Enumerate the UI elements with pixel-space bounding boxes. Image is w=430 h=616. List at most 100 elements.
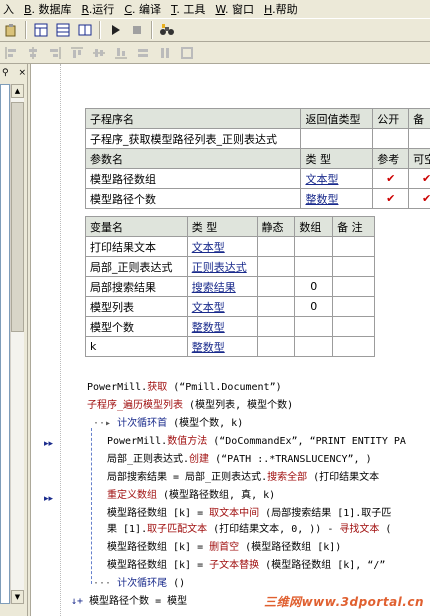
var-name[interactable]: 模型个数 bbox=[85, 316, 188, 337]
param-ref-check[interactable]: ✔ bbox=[372, 188, 410, 209]
format-toolbar bbox=[0, 42, 430, 64]
pin-icon[interactable]: ⚲ bbox=[2, 68, 9, 82]
menu-item-help[interactable]: H.帮助 bbox=[261, 1, 301, 17]
same-width-icon[interactable] bbox=[133, 44, 153, 62]
scroll-thumb[interactable] bbox=[11, 102, 24, 332]
var-array[interactable] bbox=[294, 336, 334, 357]
align-right-icon[interactable] bbox=[45, 44, 65, 62]
code-line[interactable]: 局部搜索结果 = 局部_正则表达式.搜索全部 (打印结果文本 bbox=[107, 470, 379, 486]
var-note[interactable] bbox=[332, 296, 375, 317]
code-line-continuation[interactable]: 果 [1].取子匹配文本 (打印结果文本, 0, )) - 寻找文本 ( bbox=[107, 522, 391, 538]
var-name[interactable]: k bbox=[85, 336, 188, 357]
code-line-loop-end[interactable]: ··· 计次循环尾 () bbox=[93, 576, 185, 592]
menu-item-compile[interactable]: C. 编译 bbox=[121, 1, 164, 17]
var-note[interactable] bbox=[332, 256, 375, 277]
code-line[interactable]: 子程序_遍历模型列表 (模型列表, 模型个数) bbox=[87, 398, 293, 414]
code-line[interactable]: 模型路径数组 [k] = 取文本中间 (局部搜索结果 [1].取子匹 bbox=[107, 506, 391, 522]
align-middle-icon[interactable] bbox=[89, 44, 109, 62]
var-array[interactable]: 0 bbox=[294, 276, 334, 297]
return-type-cell[interactable] bbox=[300, 128, 374, 149]
stop-icon[interactable] bbox=[127, 21, 147, 39]
var-static[interactable] bbox=[256, 276, 296, 297]
variable-row[interactable]: k 整数型 bbox=[85, 336, 375, 357]
var-type[interactable]: 正则表达式 bbox=[186, 256, 258, 277]
layout-split-icon[interactable] bbox=[75, 21, 95, 39]
code-line[interactable]: 模型路径数组 [k] = 子文本替换 (模型路径数组 [k], “/” bbox=[107, 558, 385, 574]
menu-item-database[interactable]: B. 数据库 bbox=[21, 1, 75, 17]
same-height-icon[interactable] bbox=[155, 44, 175, 62]
same-size-icon[interactable] bbox=[177, 44, 197, 62]
var-type[interactable]: 整数型 bbox=[186, 316, 258, 337]
var-note[interactable] bbox=[332, 316, 375, 337]
var-array[interactable] bbox=[294, 256, 334, 277]
variable-row[interactable]: 局部搜索结果 搜索结果 0 bbox=[85, 276, 375, 297]
param-name[interactable]: 模型路径个数 bbox=[84, 188, 302, 209]
var-type[interactable]: 文本型 bbox=[186, 296, 258, 317]
var-array[interactable]: 0 bbox=[294, 296, 334, 317]
layout-grid-icon[interactable] bbox=[31, 21, 51, 39]
var-static[interactable] bbox=[256, 316, 296, 337]
align-left-icon[interactable] bbox=[1, 44, 21, 62]
param-nullable-check[interactable]: ✔ bbox=[408, 168, 430, 189]
var-name[interactable]: 打印结果文本 bbox=[85, 236, 188, 257]
menu-item-run[interactable]: R.运行 bbox=[79, 1, 118, 17]
toolbar-separator bbox=[25, 21, 27, 39]
align-bottom-icon[interactable] bbox=[111, 44, 131, 62]
public-cell[interactable] bbox=[372, 128, 410, 149]
var-name[interactable]: 模型列表 bbox=[85, 296, 188, 317]
param-name[interactable]: 模型路径数组 bbox=[84, 168, 302, 189]
var-array[interactable] bbox=[294, 236, 334, 257]
code-line[interactable]: 重定义数组 (模型路径数组, 真, k) bbox=[107, 488, 275, 504]
subroutine-name[interactable]: 子程序_获取模型路径列表_正则表达式 bbox=[84, 128, 302, 149]
var-note[interactable] bbox=[332, 276, 375, 297]
layout-rows-icon[interactable] bbox=[53, 21, 73, 39]
code-line[interactable]: PowerMill.获取 (“Pmill.Document”) bbox=[87, 380, 282, 396]
var-type[interactable]: 文本型 bbox=[186, 236, 258, 257]
variable-row[interactable]: 打印结果文本 文本型 bbox=[85, 236, 375, 257]
var-static[interactable] bbox=[256, 236, 296, 257]
var-static[interactable] bbox=[256, 336, 296, 357]
project-tree[interactable] bbox=[0, 84, 10, 604]
panel-header: ⚲ × bbox=[0, 68, 28, 82]
var-array[interactable] bbox=[294, 316, 334, 337]
code-line[interactable]: 模型路径数组 [k] = 删首空 (模型路径数组 [k]) bbox=[107, 540, 341, 556]
var-type[interactable]: 搜索结果 bbox=[186, 276, 258, 297]
scroll-up-icon[interactable]: ▲ bbox=[11, 84, 24, 98]
param-nullable-check[interactable]: ✔ bbox=[408, 188, 430, 209]
code-line-loop-start[interactable]: ··▸ 计次循环首 (模型个数, k) bbox=[93, 416, 243, 432]
header-param-type: 类 型 bbox=[300, 148, 374, 169]
param-ref-check[interactable]: ✔ bbox=[372, 168, 410, 189]
code-line[interactable]: 局部_正则表达式.创建 (“PATH :.*TRANSLUCENCY”, ) bbox=[107, 452, 372, 468]
variable-row[interactable]: 模型个数 整数型 bbox=[85, 316, 375, 337]
var-type[interactable]: 整数型 bbox=[186, 336, 258, 357]
note-cell[interactable] bbox=[408, 128, 430, 149]
var-note[interactable] bbox=[332, 236, 375, 257]
close-icon[interactable]: × bbox=[18, 68, 26, 82]
menu-item-insert[interactable]: 入 bbox=[0, 1, 17, 17]
var-static[interactable] bbox=[256, 256, 296, 277]
header-param-ref: 参考 bbox=[372, 148, 410, 169]
var-name[interactable]: 局部搜索结果 bbox=[85, 276, 188, 297]
find-binoculars-icon[interactable] bbox=[157, 21, 177, 39]
toolbar-separator bbox=[99, 21, 101, 39]
align-center-icon[interactable] bbox=[23, 44, 43, 62]
menu-item-tools[interactable]: T. 工具 bbox=[168, 1, 208, 17]
menu-item-window[interactable]: W. 窗口 bbox=[212, 1, 257, 17]
param-type[interactable]: 整数型 bbox=[300, 188, 374, 209]
code-editor[interactable]: ▸▸ ▸▸ 子程序名 返回值类型 公开 备 子程序_获取模型路径列表_正则表达式… bbox=[30, 64, 430, 616]
code-line[interactable]: ↓+ 模型路径个数 = 模型 bbox=[71, 594, 187, 610]
panel-scrollbar[interactable]: ▲ ▼ bbox=[10, 84, 24, 604]
var-static[interactable] bbox=[256, 296, 296, 317]
paste-icon[interactable] bbox=[1, 21, 21, 39]
scroll-down-icon[interactable]: ▼ bbox=[11, 590, 24, 604]
var-name[interactable]: 局部_正则表达式 bbox=[85, 256, 188, 277]
param-row[interactable]: 模型路径数组 文本型 ✔ ✔ bbox=[84, 168, 430, 189]
run-icon[interactable] bbox=[105, 21, 125, 39]
variable-row[interactable]: 局部_正则表达式 正则表达式 bbox=[85, 256, 375, 277]
param-type[interactable]: 文本型 bbox=[300, 168, 374, 189]
code-line[interactable]: PowerMill.数值方法 (“DoCommandEx”, “PRINT EN… bbox=[107, 434, 406, 450]
variable-row[interactable]: 模型列表 文本型 0 bbox=[85, 296, 375, 317]
param-row[interactable]: 模型路径个数 整数型 ✔ ✔ bbox=[84, 188, 430, 209]
align-top-icon[interactable] bbox=[67, 44, 87, 62]
var-note[interactable] bbox=[332, 336, 375, 357]
